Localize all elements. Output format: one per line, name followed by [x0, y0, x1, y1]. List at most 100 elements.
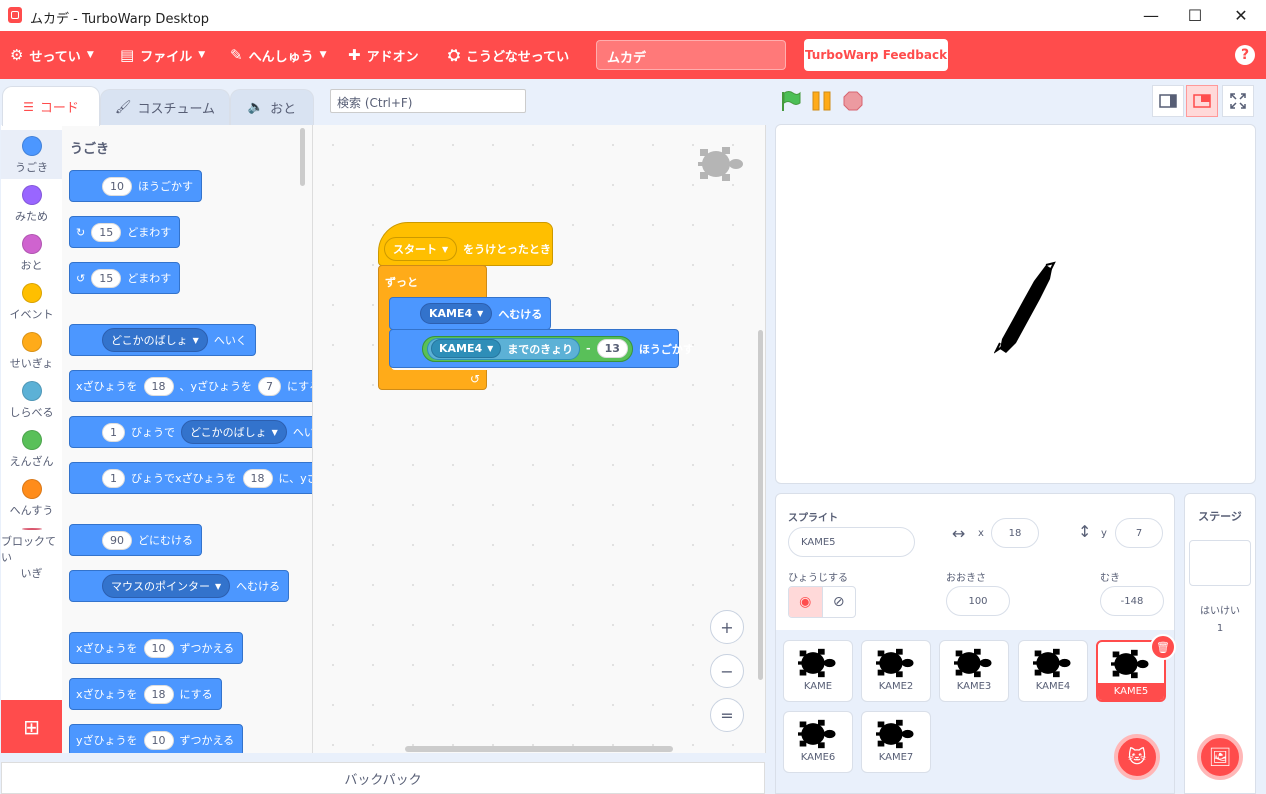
pause-button[interactable] — [812, 91, 832, 111]
fullscreen-button[interactable] — [1222, 85, 1254, 117]
category-variables[interactable]: へんすう — [1, 473, 62, 522]
block-number[interactable]: 15 — [91, 268, 122, 288]
block-number[interactable]: 18 — [143, 376, 174, 396]
stage-canvas[interactable] — [775, 124, 1256, 484]
add-extension-button[interactable]: ⊞ — [1, 700, 62, 753]
glide-to-block[interactable]: 1 びょうで どこかのばしょ ▼ へい — [69, 416, 312, 448]
project-title-input[interactable]: ムカデ — [596, 40, 786, 70]
distance-target-dropdown[interactable]: KAME4 ▼ — [431, 339, 502, 358]
point-direction-block[interactable]: 90 どにむける — [69, 524, 202, 556]
set-x-block[interactable]: xざひょうを 18 にする — [69, 678, 222, 710]
minimize-button[interactable]: — — [1128, 0, 1174, 31]
search-input[interactable]: 検索 (Ctrl+F) — [330, 89, 526, 113]
sprite-tile[interactable]: KAME3 — [939, 640, 1009, 702]
variables-dot-icon — [21, 479, 42, 499]
change-x-block[interactable]: xざひょうを 10 ずつかえる — [69, 632, 244, 664]
block-number[interactable]: 13 — [596, 339, 628, 358]
script-hscrollbar[interactable] — [405, 746, 673, 752]
block-number[interactable]: 18 — [143, 684, 174, 704]
hide-eye-icon[interactable]: ⊘ — [821, 587, 856, 617]
large-stage-button[interactable] — [1186, 85, 1218, 117]
advanced-settings-menu[interactable]: ⛭ こうどなせってい — [448, 31, 569, 79]
show-eye-icon[interactable]: ◉ — [789, 587, 822, 617]
size-input[interactable]: 100 — [946, 586, 1010, 616]
category-operators[interactable]: えんざん — [1, 424, 62, 473]
block-number[interactable]: 90 — [102, 530, 132, 550]
small-stage-button[interactable] — [1152, 85, 1184, 117]
help-icon[interactable]: ? — [1235, 45, 1255, 65]
move-steps-script-block[interactable]: KAME4 ▼ までのきょり - 13 ほうごかす — [389, 329, 694, 368]
category-sensing[interactable]: しらべる — [1, 375, 62, 424]
y-input[interactable]: 7 — [1115, 518, 1163, 548]
sprite-tile[interactable]: KAME2 — [861, 640, 931, 702]
close-button[interactable]: ✕ — [1218, 0, 1264, 31]
goto-block[interactable]: どこかのばしょ ▼ へいく — [69, 324, 256, 356]
file-menu[interactable]: ▤ ファイル ▼ — [120, 31, 205, 79]
turn-left-block[interactable]: ↺ 15 どまわす — [69, 262, 181, 294]
rotate-left-icon: ↺ — [76, 271, 86, 285]
palette-scrollbar[interactable] — [300, 128, 305, 186]
edit-menu[interactable]: ✎ へんしゅう ▼ — [230, 31, 327, 79]
stop-button[interactable] — [843, 91, 863, 111]
broadcast-dropdown[interactable]: スタート ▼ — [384, 237, 458, 261]
tab-costumes[interactable]: 🖌 コスチューム — [100, 89, 230, 125]
direction-input[interactable]: -148 — [1100, 586, 1164, 616]
delete-sprite-icon[interactable]: 🗑 — [1150, 634, 1176, 660]
change-y-block[interactable]: yざひょうを 10 ずつかえる — [69, 724, 244, 753]
glide-dropdown[interactable]: どこかのばしょ ▼ — [181, 420, 287, 444]
zoom-out-button[interactable]: − — [710, 654, 744, 688]
category-events[interactable]: イベント — [1, 277, 62, 326]
move-steps-block[interactable]: 10 ほうごかす — [69, 170, 202, 202]
x-input[interactable]: 18 — [991, 518, 1039, 548]
goto-xy-block[interactable]: xざひょうを 18 、yざひょうを 7 にする — [69, 370, 312, 402]
sprite-tile[interactable]: KAME7 — [861, 711, 931, 773]
addons-menu[interactable]: ✚ アドオン — [348, 31, 419, 79]
category-control[interactable]: せいぎょ — [1, 326, 62, 375]
block-number[interactable]: 10 — [143, 730, 174, 750]
block-text: ずつかえる — [179, 642, 235, 655]
category-label: おと — [20, 259, 43, 272]
goto-dropdown[interactable]: どこかのばしょ ▼ — [102, 328, 208, 352]
green-flag-button[interactable] — [780, 90, 802, 112]
subtract-operator-block[interactable]: KAME4 ▼ までのきょり - 13 — [422, 335, 633, 362]
category-looks[interactable]: みため — [1, 179, 62, 228]
glide-xy-block[interactable]: 1 びょうでxざひょうを 18 に、yざ — [69, 462, 312, 494]
add-sprite-button[interactable]: 🐱 — [1114, 734, 1160, 780]
tab-sounds[interactable]: 🔈 おと — [230, 89, 314, 125]
add-extension-icon: ⊞ — [23, 714, 40, 739]
feedback-button[interactable]: TurboWarp Feedback — [804, 39, 948, 71]
block-number[interactable]: 10 — [102, 176, 132, 196]
turtle-thumbnail-icon — [954, 648, 992, 678]
backpack-header[interactable]: バックパック — [1, 762, 765, 794]
block-number[interactable]: 15 — [91, 222, 122, 242]
stage-thumbnail[interactable] — [1189, 540, 1251, 586]
block-number[interactable]: 1 — [102, 422, 125, 442]
category-motion[interactable]: うごき — [1, 130, 62, 179]
tab-code[interactable]: ☰ コード — [2, 86, 100, 126]
category-my-blocks[interactable]: ブロックてい いぎ — [1, 522, 62, 580]
settings-menu[interactable]: ⚙ せってい ▼ — [10, 31, 94, 79]
add-backdrop-button[interactable]: 🖼 — [1197, 734, 1243, 780]
point-towards-dropdown[interactable]: マウスのポインター ▼ — [102, 574, 231, 598]
sprite-tile[interactable]: KAME — [783, 640, 853, 702]
block-number[interactable]: 1 — [102, 468, 125, 488]
sprite-tile[interactable]: KAME4 — [1018, 640, 1088, 702]
block-number[interactable]: 10 — [143, 638, 174, 658]
block-number[interactable]: 18 — [242, 468, 273, 488]
point-towards-block[interactable]: マウスのポインター ▼ へむける — [69, 570, 290, 602]
maximize-button[interactable]: ☐ — [1172, 0, 1218, 31]
category-sound[interactable]: おと — [1, 228, 62, 277]
brush-icon: 🖌 — [114, 100, 132, 115]
zoom-reset-button[interactable]: = — [710, 698, 744, 732]
script-area[interactable] — [313, 125, 766, 753]
turn-right-block[interactable]: ↻ 15 どまわす — [69, 216, 181, 248]
block-number[interactable]: 7 — [258, 376, 282, 396]
zoom-in-button[interactable]: + — [710, 610, 744, 644]
point-towards-script-block[interactable]: KAME4 ▼ へむける — [389, 297, 552, 330]
point-target-dropdown[interactable]: KAME4 ▼ — [420, 303, 493, 324]
script-vscrollbar[interactable] — [758, 330, 763, 680]
sprite-tile[interactable]: KAME6 — [783, 711, 853, 773]
distance-to-block[interactable]: KAME4 ▼ までのきょり — [427, 337, 580, 360]
sprite-name-input[interactable]: KAME5 — [788, 527, 915, 557]
backdrops-label: はいけい — [1200, 606, 1240, 617]
